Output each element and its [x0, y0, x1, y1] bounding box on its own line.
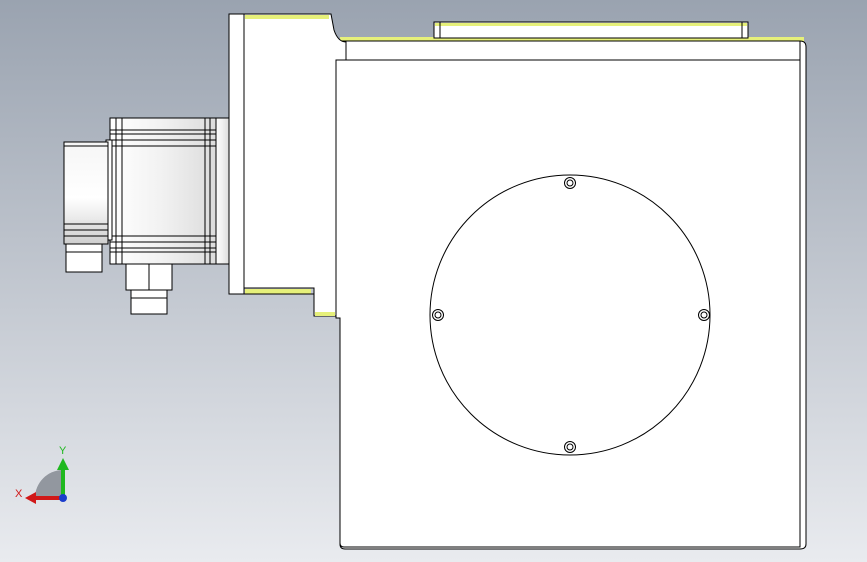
y-axis-label: Y [59, 445, 67, 457]
cad-graphics-viewport[interactable]: Y X [0, 0, 867, 562]
x-axis-label: X [15, 488, 23, 500]
z-axis-indicator [59, 494, 67, 502]
motor-flange[interactable] [214, 117, 230, 265]
adapter-bottom-highlight [245, 289, 311, 294]
front-face[interactable] [335, 59, 801, 548]
adapter-plate[interactable] [228, 13, 347, 317]
adapter-top-highlight [245, 15, 329, 19]
encoder-cap[interactable] [63, 141, 109, 273]
power-connector[interactable] [125, 263, 173, 315]
adapter-step-highlight [315, 312, 335, 316]
main-housing[interactable] [335, 21, 807, 550]
servo-motor[interactable] [105, 117, 230, 265]
encoder-connector[interactable] [65, 243, 103, 273]
top-flange-highlight [435, 23, 747, 26]
